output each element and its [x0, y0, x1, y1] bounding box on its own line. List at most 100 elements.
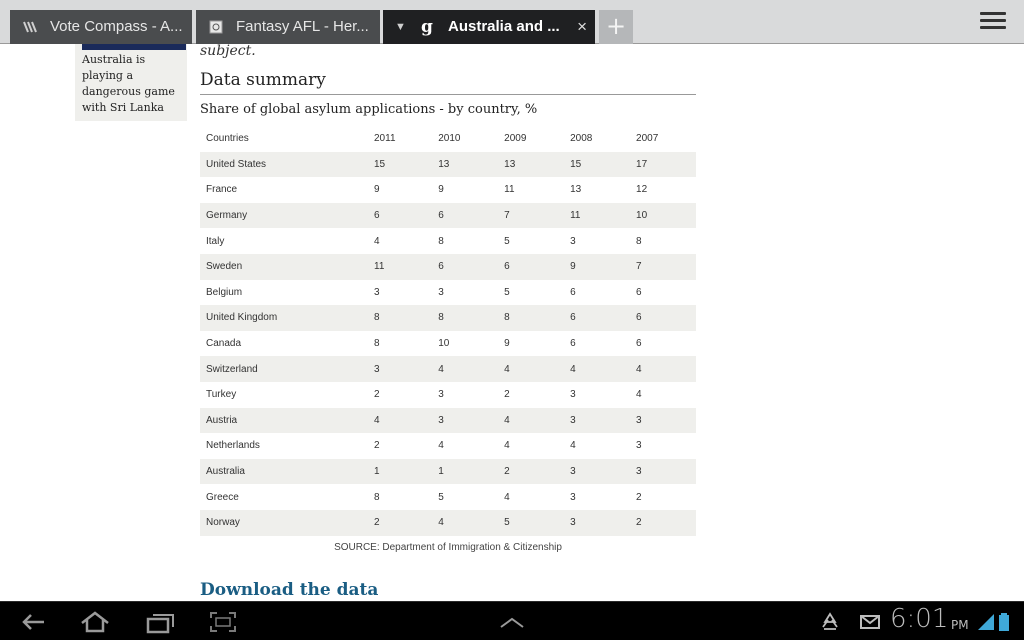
value-cell: 6 — [636, 286, 642, 298]
value-cell: 1 — [374, 466, 380, 478]
value-cell: 3 — [438, 414, 444, 426]
browser-tab-bar: Vote Compass - A... Fantasy AFL - Her...… — [0, 0, 1024, 44]
value-cell: 8 — [504, 312, 510, 324]
value-cell: 9 — [438, 184, 444, 196]
value-cell: 4 — [504, 491, 510, 503]
value-cell: 8 — [374, 312, 380, 324]
table-header-row: Countries 2011 2010 2009 2008 2007 — [200, 126, 696, 152]
value-cell: 4 — [374, 235, 380, 247]
value-cell: 5 — [504, 517, 510, 529]
value-cell: 11 — [374, 261, 385, 273]
value-cell: 9 — [570, 261, 576, 273]
value-cell: 6 — [636, 312, 642, 324]
value-cell: 8 — [374, 338, 380, 350]
tab-title: Fantasy AFL - Her... — [236, 18, 369, 35]
table-row: Australia 1 1 2 3 3 — [200, 458, 696, 485]
value-cell: 8 — [374, 491, 380, 503]
related-article-link[interactable]: Australia is playing a dangerous game wi… — [82, 52, 182, 116]
value-cell: 3 — [570, 466, 576, 478]
value-cell: 13 — [570, 184, 582, 196]
value-cell: 13 — [504, 158, 516, 170]
value-cell: 2 — [374, 517, 380, 529]
table-row: France 9 9 11 13 12 — [200, 177, 696, 203]
value-cell: 3 — [374, 363, 380, 375]
country-cell: United States — [206, 158, 267, 170]
value-cell: 4 — [636, 363, 642, 375]
value-cell: 3 — [636, 466, 642, 478]
value-cell: 15 — [374, 158, 386, 170]
battery-icon — [998, 612, 1010, 632]
table-row: Austria 4 3 4 3 3 — [200, 407, 696, 434]
menu-icon[interactable] — [980, 12, 1006, 34]
value-cell: 6 — [570, 286, 576, 298]
table-row: Germany 6 6 7 11 10 — [200, 202, 696, 229]
country-cell: United Kingdom — [206, 312, 278, 324]
value-cell: 5 — [504, 235, 510, 247]
value-cell: 6 — [570, 338, 576, 350]
country-cell: Greece — [206, 491, 239, 503]
system-nav-bar: 6:01 PM — [0, 601, 1024, 640]
close-tab-icon[interactable]: × — [577, 10, 587, 44]
value-cell: 4 — [636, 389, 642, 401]
country-cell: Belgium — [206, 286, 243, 298]
guardian-g-icon: g — [421, 17, 433, 37]
recent-apps-icon[interactable] — [144, 610, 178, 634]
value-cell: 2 — [374, 389, 380, 401]
table-row: United States 15 13 13 15 17 — [200, 151, 696, 178]
screenshot-icon[interactable] — [206, 610, 240, 634]
value-cell: 3 — [570, 389, 576, 401]
country-cell: Australia — [206, 466, 245, 478]
value-cell: 5 — [438, 491, 444, 503]
column-header: 2009 — [504, 133, 527, 145]
value-cell: 4 — [374, 414, 380, 426]
value-cell: 11 — [570, 210, 581, 222]
value-cell: 13 — [438, 158, 450, 170]
tab-fantasy-afl[interactable]: Fantasy AFL - Her... — [196, 10, 380, 44]
country-cell: France — [206, 184, 238, 196]
table-row: Greece 8 5 4 3 2 — [200, 484, 696, 510]
page-content: Australia is playing a dangerous game wi… — [0, 44, 1024, 601]
column-header: Countries — [206, 133, 249, 145]
country-cell: Turkey — [206, 389, 237, 401]
download-data-link[interactable]: Download the data — [200, 580, 378, 600]
tab-australia-active[interactable]: ▼ g Australia and ... × — [383, 10, 595, 44]
value-cell: 15 — [570, 158, 582, 170]
value-cell: 6 — [438, 261, 444, 273]
table-row: Switzerland 3 4 4 4 4 — [200, 356, 696, 382]
value-cell: 17 — [636, 158, 648, 170]
value-cell: 3 — [438, 389, 444, 401]
value-cell: 8 — [438, 312, 444, 324]
recycle-icon[interactable] — [820, 612, 840, 632]
table-row: Turkey 2 3 2 3 4 — [200, 382, 696, 408]
value-cell: 3 — [438, 286, 444, 298]
value-cell: 11 — [504, 184, 515, 196]
value-cell: 2 — [374, 440, 380, 452]
article-text-fragment: subject. — [200, 44, 256, 59]
value-cell: 6 — [636, 338, 642, 350]
mail-icon[interactable] — [860, 612, 880, 632]
table-row: Belgium 3 3 5 6 6 — [200, 280, 696, 306]
column-header: 2008 — [570, 133, 593, 145]
value-cell: 8 — [636, 235, 642, 247]
tab-dropdown-icon[interactable]: ▼ — [395, 10, 406, 44]
value-cell: 3 — [570, 414, 576, 426]
table-row: Canada 8 10 9 6 6 — [200, 331, 696, 357]
table-source: SOURCE: Department of Immigration & Citi… — [334, 542, 562, 553]
value-cell: 4 — [570, 363, 576, 375]
value-cell: 10 — [636, 210, 648, 222]
signal-icon — [976, 612, 996, 632]
article-thumbnail[interactable] — [82, 44, 186, 50]
value-cell: 4 — [504, 363, 510, 375]
value-cell: 4 — [438, 363, 444, 375]
value-cell: 3 — [570, 235, 576, 247]
tab-vote-compass[interactable]: Vote Compass - A... — [10, 10, 192, 44]
new-tab-button[interactable]: + — [599, 10, 633, 44]
home-icon[interactable] — [78, 610, 112, 634]
table-row: Italy 4 8 5 3 8 — [200, 228, 696, 254]
value-cell: 10 — [438, 338, 450, 350]
back-icon[interactable] — [16, 610, 50, 634]
related-article-card[interactable]: Australia is playing a dangerous game wi… — [75, 44, 187, 121]
column-header: 2011 — [374, 133, 396, 145]
country-cell: Germany — [206, 210, 248, 222]
chevron-up-icon[interactable] — [495, 610, 529, 634]
